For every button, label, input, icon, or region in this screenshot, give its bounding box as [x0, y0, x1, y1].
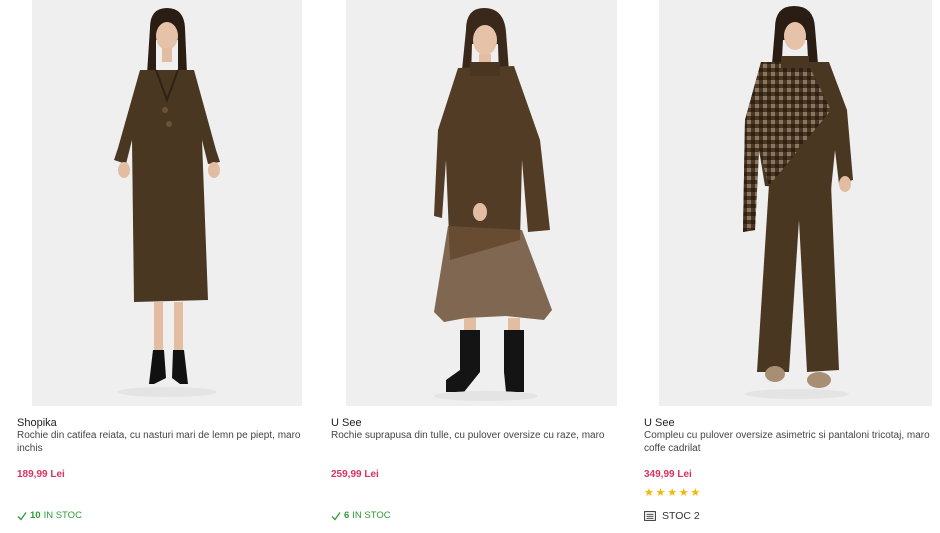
star-icon: ★	[655, 487, 666, 499]
rating-stars: ★ ★ ★ ★ ★	[644, 487, 702, 499]
product-title[interactable]: Rochie din catifea reiata, cu nasturi ma…	[17, 430, 317, 455]
stock-label: IN STOC	[43, 510, 82, 521]
star-icon: ★	[644, 487, 654, 499]
stock-quantity: 10	[30, 510, 41, 521]
product-image[interactable]	[659, 0, 932, 406]
list-icon	[644, 511, 656, 521]
product-title[interactable]: Compleu cu pulover oversize asimetric si…	[644, 430, 940, 455]
check-icon	[17, 511, 27, 521]
product-image[interactable]	[32, 0, 302, 406]
product-card[interactable]: U See Rochie suprapusa din tulle, cu pul…	[331, 0, 631, 533]
product-price: 259,99 Lei	[331, 469, 379, 480]
product-card[interactable]: U See Compleu cu pulover oversize asimet…	[644, 0, 940, 533]
star-icon: ★	[690, 487, 701, 499]
stock-status: STOC 2	[644, 510, 700, 522]
stock-status: 6 IN STOC	[331, 510, 391, 521]
product-price: 189,99 Lei	[17, 469, 65, 480]
star-icon: ★	[678, 487, 689, 499]
product-brand[interactable]: U See	[644, 417, 675, 429]
product-title[interactable]: Rochie suprapusa din tulle, cu pulover o…	[331, 430, 631, 443]
stock-quantity: 6	[344, 510, 350, 521]
product-brand[interactable]: U See	[331, 417, 362, 429]
product-price: 349,99 Lei	[644, 469, 692, 480]
stock-label: IN STOC	[352, 510, 391, 521]
stock-status: 10 IN STOC	[17, 510, 82, 521]
product-card[interactable]: Shopika Rochie din catifea reiata, cu na…	[17, 0, 317, 533]
product-brand[interactable]: Shopika	[17, 417, 57, 429]
star-icon: ★	[667, 487, 678, 499]
product-image[interactable]	[346, 0, 617, 406]
check-icon	[331, 511, 341, 521]
stock-label: STOC 2	[662, 510, 700, 522]
